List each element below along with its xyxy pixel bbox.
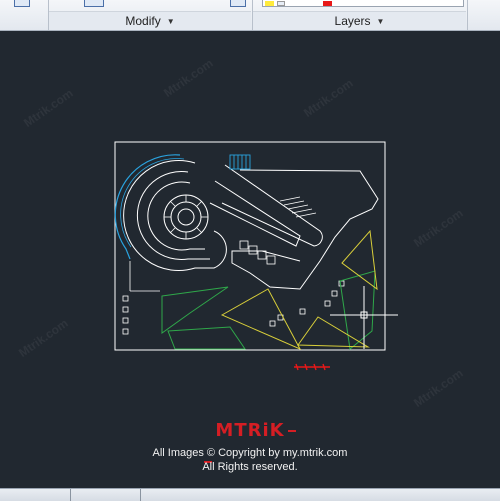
chevron-down-icon: ▼ [376,16,385,26]
mtrik-logo: MTRiK [215,420,285,441]
layer-lock-icon [277,1,285,6]
ribbon-tool-row [0,0,500,9]
layers-label: Layers [334,14,371,28]
layout-tab[interactable] [140,489,141,501]
drawing-canvas[interactable]: Mtrik.com Mtrik.com Mtrik.com Mtrik.com … [0,31,500,488]
chevron-down-icon: ▼ [166,16,175,26]
ribbon: Modify ▼ Layers ▼ [0,0,500,31]
stair-block [229,154,251,170]
copyright-text: All Images © Copyright by my.mtrik.com [152,447,348,459]
landscape-areas [161,270,376,350]
layout-tab[interactable] [70,489,71,501]
track-loop [123,160,323,271]
layers-panel-title[interactable]: Layers ▼ [253,11,466,30]
tool-icon[interactable] [14,0,30,7]
crosshair-cursor [330,286,398,349]
logo-rule-right [288,430,296,432]
drawing-title-label [294,363,330,371]
layer-state-icon [265,1,274,6]
building-outline [231,169,379,290]
tool-icon[interactable] [230,0,246,7]
column-markers [122,280,345,335]
seating-blocks [239,240,276,265]
tool-icon[interactable] [84,0,104,7]
layer-color-swatch [323,1,332,6]
modify-label: Modify [125,14,161,28]
layer-dropdown[interactable] [262,0,464,7]
panel-separator [467,0,468,30]
layout-tabs-bar [0,488,500,501]
rights-text: All Rights reserved. [202,461,298,473]
modify-panel-title[interactable]: Modify ▼ [49,11,251,30]
